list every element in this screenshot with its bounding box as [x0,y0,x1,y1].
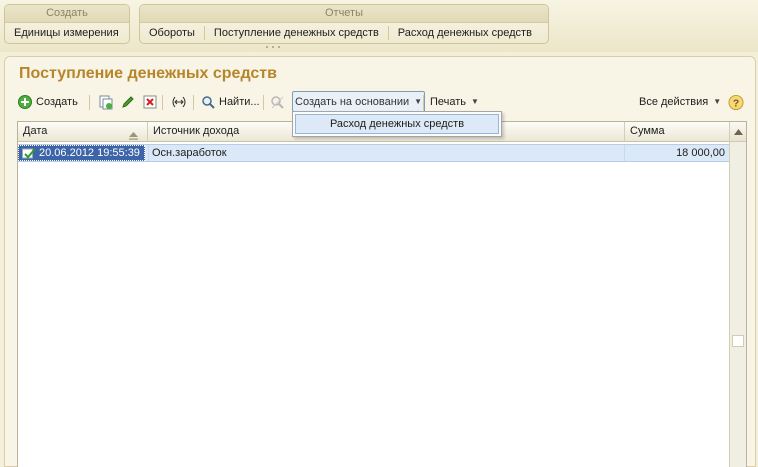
pencil-icon [120,94,136,110]
page-title: Поступление денежных средств [19,65,277,82]
row-date-cell[interactable]: 20.06.2012 19:55:39 [18,145,145,161]
table-row[interactable]: 20.06.2012 19:55:39 Осн.заработок 18 000… [18,144,730,162]
chevron-down-icon: ▼ [713,97,722,106]
create-based-on-button[interactable]: Создать на основании ▼ [292,91,426,112]
separator [162,95,163,110]
scroll-up-button[interactable] [730,122,746,142]
period-button[interactable] [169,91,189,113]
documents-table: Дата Источник дохода Сумма 20.06.2012 19… [17,121,747,467]
command-panel: Создать Единицы измерения Отчеты Обороты… [0,0,758,52]
help-icon: ? [728,94,744,110]
arrow-up-icon [733,126,743,138]
column-header-date[interactable]: Дата [18,122,148,142]
copy-document-icon [97,94,113,110]
create-group-title: Создать [5,5,129,23]
create-group: Создать Единицы измерения [4,4,130,44]
row-sum-cell[interactable]: 18 000,00 [625,145,729,161]
help-button[interactable]: ? [728,91,744,113]
vertical-scrollbar[interactable] [729,122,746,467]
reports-group-title: Отчеты [140,5,548,23]
help-glyph: ? [733,98,739,109]
toolbar: Создать Найти... Создать на основании ▼ … [17,91,749,113]
chevron-down-icon: ▼ [414,96,423,106]
create-based-on-label: Создать на основании [295,95,410,108]
turnover-report-link[interactable]: Обороты [140,23,204,43]
list-form: Поступление денежных средств Создать Най… [4,56,756,467]
units-link[interactable]: Единицы измерения [5,23,128,43]
copy-button[interactable] [97,91,113,113]
create-based-on-menu: Расход денежных средств [292,111,502,137]
income-report-link[interactable]: Поступление денежных средств [205,23,388,43]
cancel-search-button[interactable] [269,91,285,113]
scroll-thumb[interactable] [732,335,744,347]
all-actions-label: Все действия [639,96,709,108]
create-label: Создать [36,96,78,108]
row-source-cell[interactable]: Осн.заработок [148,145,625,161]
find-button[interactable]: Найти... [200,91,260,113]
interval-icon [169,94,189,110]
panel-resize-grip[interactable] [266,46,290,50]
delete-icon [142,94,158,110]
expense-report-link[interactable]: Расход денежных средств [389,23,541,43]
separator [89,95,90,110]
separator [193,95,194,110]
posted-document-icon [22,147,36,159]
chevron-down-icon: ▼ [471,97,479,106]
add-icon [17,94,33,110]
print-label: Печать [430,96,467,108]
find-label: Найти... [219,96,260,108]
edit-button[interactable] [120,91,136,113]
print-button[interactable]: Печать ▼ [430,91,479,113]
create-button[interactable]: Создать [17,91,78,113]
delete-button[interactable] [142,91,158,113]
all-actions-button[interactable]: Все действия ▼ [639,91,721,113]
separator [263,95,264,110]
reports-group: Отчеты Обороты Поступление денежных сред… [139,4,549,44]
search-icon [200,94,216,110]
menu-item-expense[interactable]: Расход денежных средств [295,114,499,134]
separator [423,95,424,110]
cancel-search-icon [269,94,285,110]
column-header-sum[interactable]: Сумма [625,122,730,142]
